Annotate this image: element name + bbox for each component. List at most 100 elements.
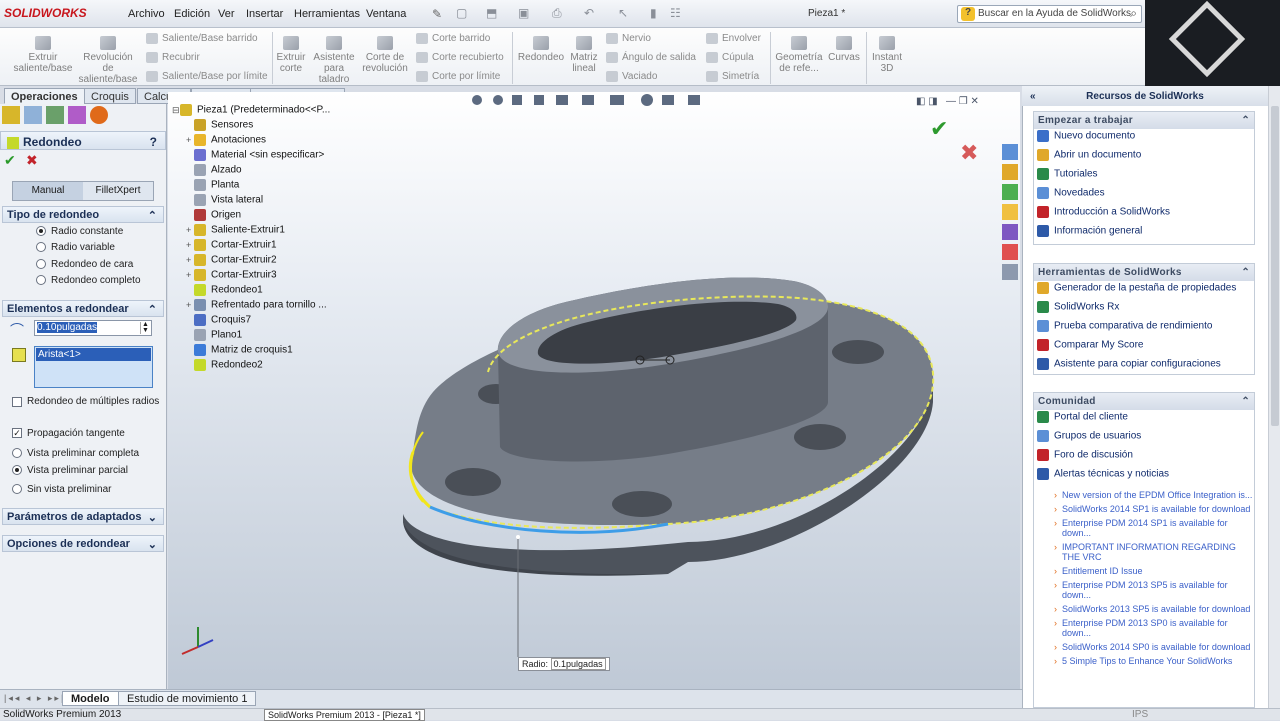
configuration-manager-tab-icon[interactable] xyxy=(46,106,64,124)
tree-item[interactable]: Planta xyxy=(168,179,368,194)
menu-herramientas[interactable]: Herramientas xyxy=(294,8,360,20)
swept-boss-button[interactable]: Saliente/Base barrido xyxy=(146,33,258,44)
tab-croquis[interactable]: Croquis xyxy=(84,88,136,104)
tree-item[interactable]: + Cortar-Extruir1 xyxy=(168,239,368,254)
tree-item[interactable]: Matriz de croquis1 xyxy=(168,344,368,359)
scrollbar-thumb[interactable] xyxy=(1271,106,1279,426)
task-pane-scrollbar[interactable] xyxy=(1268,86,1280,708)
resource-link[interactable]: Prueba comparativa de rendimiento xyxy=(1034,320,1254,338)
news-link[interactable]: IMPORTANT INFORMATION REGARDING THE VRC xyxy=(1034,542,1254,562)
expand-icon[interactable]: + xyxy=(186,270,194,280)
menu-archivo[interactable]: Archivo xyxy=(128,8,165,20)
search-icon[interactable]: ⌕ xyxy=(1130,6,1137,21)
radio-button[interactable] xyxy=(12,484,22,495)
selected-edge-item[interactable]: Arista<1> xyxy=(36,348,151,361)
property-manager-tab-icon[interactable] xyxy=(24,106,42,124)
dome-button[interactable]: Cúpula xyxy=(706,52,754,63)
tree-item[interactable]: + Cortar-Extruir3 xyxy=(168,269,368,284)
getting-started-header[interactable]: Empezar a trabajar ⌃ xyxy=(1034,112,1254,129)
draft-button[interactable]: Ángulo de salida xyxy=(606,52,696,63)
tree-item[interactable]: Origen xyxy=(168,209,368,224)
resource-link[interactable]: Nuevo documento xyxy=(1034,130,1254,148)
task-pane-tabs[interactable] xyxy=(1002,144,1018,334)
radio-button[interactable] xyxy=(12,448,22,459)
folder-icon[interactable] xyxy=(1002,204,1018,220)
tools-header[interactable]: Herramientas de SolidWorks ⌃ xyxy=(1034,264,1254,281)
tangent-propagation-option[interactable]: ✓ Propagación tangente xyxy=(12,428,125,439)
resource-link[interactable]: Portal del cliente xyxy=(1034,411,1254,429)
resource-link[interactable]: Comparar My Score xyxy=(1034,339,1254,357)
home-icon[interactable] xyxy=(1002,144,1018,160)
print-icon[interactable]: ⎙ xyxy=(552,6,562,21)
news-link[interactable]: SolidWorks 2013 SP5 is available for dow… xyxy=(1034,604,1254,614)
dimxpert-manager-tab-icon[interactable] xyxy=(68,106,86,124)
select-icon[interactable]: ↖ xyxy=(618,6,628,20)
radio-button[interactable] xyxy=(36,226,46,237)
setback-header[interactable]: Parámetros de adaptados ⌄ xyxy=(2,508,164,525)
tab-scroll-arrows[interactable]: |◂◂ ◂ ▸ ▸▸| xyxy=(4,693,65,704)
cancel-x-icon[interactable]: ✖ xyxy=(26,152,38,169)
fillet-type-variable[interactable]: Radio variable xyxy=(36,242,115,253)
tree-item[interactable]: Croquis7 xyxy=(168,314,368,329)
boundary-cut-button[interactable]: Corte por límite xyxy=(416,71,500,82)
resource-link[interactable]: SolidWorks Rx xyxy=(1034,301,1254,319)
design-library-icon[interactable] xyxy=(1002,164,1018,180)
items-to-fillet-header[interactable]: Elementos a redondear ⌃ xyxy=(2,300,164,317)
no-preview-option[interactable]: Sin vista preliminar xyxy=(12,484,111,495)
linear-pattern-button[interactable]: Matriz lineal xyxy=(566,36,602,74)
tree-item[interactable]: + Refrentado para tornillo ... xyxy=(168,299,368,314)
radio-button[interactable] xyxy=(36,242,46,253)
news-link[interactable]: Enterprise PDM 2013 SP0 is available for… xyxy=(1034,618,1254,638)
reference-geometry-button[interactable]: Geometría de refe... xyxy=(774,36,824,74)
lofted-cut-button[interactable]: Corte recubierto xyxy=(416,52,504,63)
news-link[interactable]: Enterprise PDM 2013 SP5 is available for… xyxy=(1034,580,1254,600)
collapse-icon[interactable]: ⌃ xyxy=(1241,396,1250,407)
tree-item[interactable]: Plano1 xyxy=(168,329,368,344)
full-preview-option[interactable]: Vista preliminar completa xyxy=(12,448,139,459)
news-link[interactable]: SolidWorks 2014 SP1 is available for dow… xyxy=(1034,504,1254,514)
tree-root[interactable]: ⊟ Pieza1 (Predeterminado<<P... xyxy=(168,104,368,119)
menu-insertar[interactable]: Insertar xyxy=(246,8,283,20)
news-link[interactable]: New version of the EPDM Office Integrati… xyxy=(1034,490,1254,500)
menu-ventana[interactable]: Ventana xyxy=(366,8,406,20)
tree-item[interactable]: Alzado xyxy=(168,164,368,179)
radius-input[interactable]: 0.10pulgadas ▲ ▼ xyxy=(34,320,152,336)
tab-motion-study[interactable]: Estudio de movimiento 1 xyxy=(118,691,257,706)
news-link[interactable]: Enterprise PDM 2014 SP1 is available for… xyxy=(1034,518,1254,538)
mirror-button[interactable]: Simetría xyxy=(706,71,759,82)
expand-icon[interactable]: ⌄ xyxy=(148,511,157,524)
collapse-icon[interactable]: ⌃ xyxy=(148,209,157,222)
collapse-icon[interactable]: ⌃ xyxy=(1241,267,1250,278)
instant-3d-button[interactable]: Instant 3D xyxy=(868,36,906,74)
revolve-boss-button[interactable]: Revolución de saliente/base xyxy=(76,36,140,85)
loft-button[interactable]: Recubrir xyxy=(146,52,200,63)
revolve-cut-button[interactable]: Corte de revolución xyxy=(360,36,410,74)
selected-edges-list[interactable]: Arista<1> xyxy=(34,346,153,388)
swept-cut-button[interactable]: Corte barrido xyxy=(416,33,490,44)
checkbox[interactable]: ✓ xyxy=(12,428,22,439)
menu-edicion[interactable]: Edición xyxy=(174,8,210,20)
resource-link[interactable]: Asistente para copiar configuraciones xyxy=(1034,358,1254,376)
view-palette-icon[interactable] xyxy=(1002,224,1018,240)
tree-item[interactable]: Sensores xyxy=(168,119,368,134)
expand-icon[interactable]: + xyxy=(186,255,194,265)
hole-wizard-button[interactable]: Asistente para taladro xyxy=(310,36,358,85)
radio-button[interactable] xyxy=(36,259,46,270)
news-link[interactable]: 5 Simple Tips to Enhance Your SolidWorks xyxy=(1034,656,1254,666)
help-search-input[interactable]: ? Buscar en la Ayuda de SolidWorks ⌕ xyxy=(957,5,1142,23)
display-manager-tab-icon[interactable] xyxy=(90,106,108,124)
fillet-type-face[interactable]: Redondeo de cara xyxy=(36,259,133,270)
tab-model[interactable]: Modelo xyxy=(62,691,119,706)
multi-radius-option[interactable]: Redondeo de múltiples radios xyxy=(12,396,162,407)
curves-button[interactable]: Curvas xyxy=(826,36,862,63)
tab-operaciones[interactable]: Operaciones xyxy=(4,88,85,104)
fillet-type-constant[interactable]: Radio constante xyxy=(36,226,123,237)
taskbar-window-button[interactable]: SolidWorks Premium 2013 - [Pieza1 *] xyxy=(264,709,425,721)
partial-preview-option[interactable]: Vista preliminar parcial xyxy=(12,465,128,476)
expand-icon[interactable]: + xyxy=(186,135,194,145)
custom-properties-icon[interactable] xyxy=(1002,264,1018,280)
rebuild-icon[interactable]: ▮ xyxy=(650,6,657,20)
collapse-icon[interactable]: ⌃ xyxy=(148,303,157,316)
expand-icon[interactable]: + xyxy=(186,225,194,235)
resource-link[interactable]: Novedades xyxy=(1034,187,1254,205)
